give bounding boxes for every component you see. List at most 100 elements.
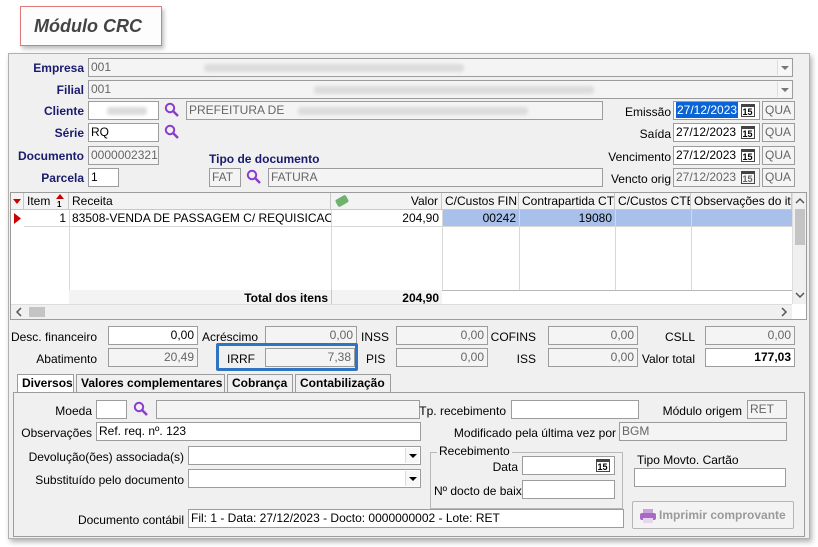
row-indicator — [11, 210, 24, 227]
vencimento-day: QUA — [762, 146, 795, 165]
filial-value: 001 — [91, 82, 112, 96]
cell-observacoes — [691, 210, 792, 227]
chevron-down-icon[interactable] — [777, 60, 791, 75]
scroll-thumb[interactable] — [29, 307, 45, 317]
cliente-name-field: PREFEITURA DE — [186, 101, 603, 120]
tipo-movto-cartao-input[interactable] — [634, 468, 786, 487]
devolucoes-select[interactable] — [188, 446, 421, 465]
calendar-icon[interactable]: 15 — [738, 148, 757, 164]
vencimento-label: Vencimento — [608, 150, 671, 164]
tipo-documento-name: FATURA — [268, 168, 603, 187]
valor-total-label: Valor total — [641, 352, 695, 366]
documento-contabil-field: Fil: 1 - Data: 27/12/2023 - Docto: 00000… — [188, 509, 624, 528]
column-header-contrapartida[interactable]: Contrapartida CTB — [519, 193, 615, 210]
search-icon[interactable] — [164, 124, 180, 140]
current-row-arrow-icon — [14, 213, 21, 224]
vertical-scrollbar[interactable] — [792, 193, 806, 304]
emissao-day: QUA — [762, 101, 795, 120]
substituido-select[interactable] — [188, 469, 421, 488]
scroll-thumb[interactable] — [795, 209, 805, 245]
irrf-field: 7,38 — [265, 348, 355, 367]
cell-ccustos-ctb — [615, 210, 691, 227]
vencto-orig-day: QUA — [762, 168, 795, 187]
calendar-icon[interactable]: 15 — [738, 125, 757, 141]
tab-cobranca[interactable]: Cobrança — [227, 374, 293, 393]
calendar-icon[interactable]: 15 — [593, 458, 612, 474]
column-header-ccustos-fin[interactable]: C/Custos FIN — [442, 193, 519, 210]
emissao-date-input[interactable]: 27/12/2023 15 — [673, 101, 760, 120]
filial-label: Filial — [56, 83, 84, 97]
irrf-label: IRRF — [227, 352, 255, 366]
recebimento-data-label: Data — [492, 460, 518, 474]
tab-diversos[interactable]: Diversos — [17, 374, 74, 394]
abatimento-field: 20,49 — [108, 348, 198, 367]
moeda-label: Moeda — [55, 404, 92, 418]
csll-label: CSLL — [664, 330, 695, 344]
diversos-panel: Moeda Observações Ref. req. nº. 123 Devo… — [13, 392, 805, 537]
cell-valor: 204,90 — [402, 211, 439, 225]
tab-valores-complementares[interactable]: Valores complementares — [76, 374, 225, 393]
scroll-left-icon[interactable] — [13, 305, 25, 319]
tab-contabilizacao[interactable]: Contabilização — [295, 374, 391, 393]
chevron-down-icon[interactable] — [777, 82, 791, 97]
desc-financeiro-label: Desc. financeiro — [10, 330, 97, 344]
cell-contrapartida: 19080 — [519, 210, 615, 227]
cell-item: 1 — [59, 211, 66, 225]
empresa-select[interactable]: 001 — [88, 58, 793, 77]
scroll-right-icon[interactable] — [778, 305, 790, 319]
observacoes-input[interactable]: Ref. req. nº. 123 — [96, 422, 421, 441]
documento-field: 0000002321 — [88, 146, 159, 165]
iss-field: 0,00 — [548, 348, 638, 367]
column-header-valor[interactable]: Valor — [331, 193, 442, 210]
items-grid[interactable]: Item 1 Receita Valor C/Custos FIN Contra… — [10, 192, 807, 320]
scroll-up-icon[interactable] — [793, 195, 807, 207]
chevron-down-icon[interactable] — [405, 471, 419, 486]
tipo-documento-code[interactable]: FAT — [209, 168, 241, 187]
tp-recebimento-input[interactable] — [511, 400, 639, 419]
column-header-observacoes[interactable]: Observações do item — [691, 193, 792, 210]
module-title: Módulo CRC — [20, 6, 162, 46]
column-header-receita[interactable]: Receita — [69, 193, 331, 210]
search-icon[interactable] — [246, 169, 262, 185]
tipo-movto-cartao-label: Tipo Movto. Cartão — [637, 453, 739, 467]
recebimento-group-label: Recebimento — [437, 444, 512, 458]
column-header-ccustos-ctb[interactable]: C/Custos CTB — [615, 193, 691, 210]
crc-window: Empresa 001 Filial 001 Cliente PREFEITUR… — [8, 53, 810, 539]
parcela-input[interactable]: 1 — [88, 168, 119, 187]
calendar-icon: 15 — [738, 170, 757, 186]
cofins-field: 0,00 — [548, 326, 638, 345]
desc-financeiro-input[interactable]: 0,00 — [108, 326, 198, 345]
scroll-down-icon[interactable] — [793, 289, 807, 301]
observacoes-label: Observações — [21, 426, 92, 440]
cliente-code-input[interactable] — [88, 101, 159, 120]
empresa-value: 001 — [91, 60, 112, 74]
nr-docto-baixa-input[interactable] — [522, 480, 615, 499]
chevron-down-icon[interactable] — [405, 448, 419, 463]
cell-ccustos-fin: 00242 — [442, 210, 519, 227]
serie-label: Série — [54, 126, 84, 140]
recebimento-data-input[interactable]: / / 15 — [522, 456, 615, 475]
serie-input[interactable]: RQ — [88, 123, 159, 142]
filial-select[interactable]: 001 — [88, 80, 793, 99]
saida-date-input[interactable]: 27/12/2023 15 — [673, 123, 760, 142]
calendar-icon[interactable]: 15 — [738, 103, 757, 119]
search-icon[interactable] — [133, 401, 149, 417]
vencimento-date-input[interactable]: 27/12/2023 15 — [673, 146, 760, 165]
column-header-item[interactable]: Item 1 — [24, 193, 69, 210]
moeda-input[interactable] — [96, 400, 127, 419]
csll-field: 0,00 — [705, 326, 795, 345]
grid-indicator-header — [11, 193, 24, 210]
valor-total-field: 177,03 — [705, 348, 795, 367]
inss-field: 0,00 — [396, 326, 488, 345]
search-icon[interactable] — [164, 102, 180, 118]
saida-label: Saída — [639, 127, 671, 141]
horizontal-scrollbar[interactable] — [11, 304, 792, 319]
vencimento-date-value: 27/12/2023 — [676, 148, 737, 162]
saida-day: QUA — [762, 123, 795, 142]
modificado-field: BGM — [619, 422, 787, 441]
moeda-name-field — [156, 400, 420, 419]
printer-icon — [640, 509, 656, 523]
print-receipt-button[interactable]: Imprimir comprovante — [632, 501, 794, 529]
inss-label: INSS — [361, 330, 390, 344]
cliente-label: Cliente — [43, 104, 84, 118]
